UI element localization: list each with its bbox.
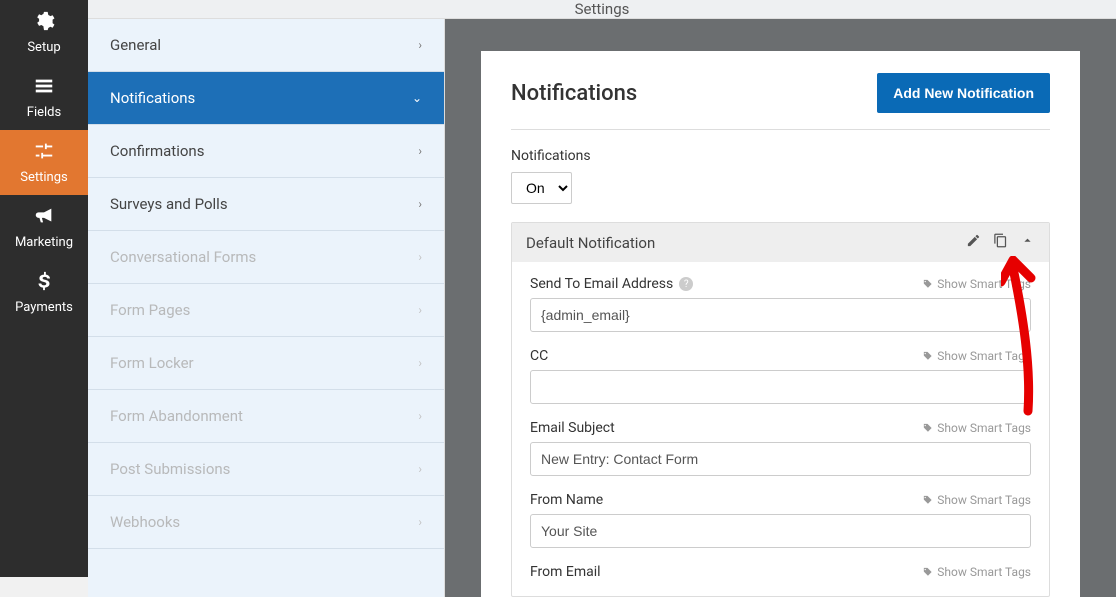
settings-submenu: General › Notifications ⌄ Confirmations … — [88, 19, 445, 597]
submenu-item-label: Surveys and Polls — [110, 195, 228, 213]
chevron-down-icon: ⌄ — [412, 91, 422, 105]
chevron-right-icon: › — [418, 197, 422, 211]
sidebar-item-marketing[interactable]: Marketing — [0, 195, 88, 260]
show-smart-tags-link[interactable]: Show Smart Tags — [922, 277, 1031, 291]
copy-icon[interactable] — [993, 233, 1008, 252]
sidebar-item-label: Setup — [27, 40, 60, 55]
submenu-item-post-submissions: Post Submissions › — [88, 443, 444, 496]
chevron-right-icon: › — [418, 409, 422, 423]
submenu-item-general[interactable]: General › — [88, 19, 444, 72]
submenu-item-label: Post Submissions — [110, 460, 230, 478]
dollar-icon — [33, 270, 55, 300]
submenu-item-form-abandonment: Form Abandonment › — [88, 390, 444, 443]
chevron-right-icon: › — [418, 250, 422, 264]
chevron-right-icon: › — [418, 462, 422, 476]
submenu-item-label: Form Pages — [110, 301, 190, 319]
notification-card: Default Notification — [511, 222, 1050, 597]
sidebar-item-label: Payments — [15, 300, 73, 315]
collapse-icon[interactable] — [1020, 233, 1035, 252]
field-label-from-email: From Email — [530, 564, 601, 580]
subject-input[interactable] — [530, 442, 1031, 476]
tag-icon — [922, 423, 933, 434]
edit-icon[interactable] — [966, 233, 981, 252]
sliders-icon — [33, 140, 55, 170]
sidebar-item-label: Settings — [20, 170, 67, 185]
main-sidebar: Setup Fields Settings Marketing Payments — [0, 0, 88, 577]
submenu-item-label: General — [110, 36, 161, 54]
sidebar-item-settings[interactable]: Settings — [0, 130, 88, 195]
submenu-item-form-pages: Form Pages › — [88, 284, 444, 337]
list-icon — [33, 75, 55, 105]
submenu-item-form-locker: Form Locker › — [88, 337, 444, 390]
from-name-input[interactable] — [530, 514, 1031, 548]
submenu-item-label: Webhooks — [110, 513, 180, 531]
submenu-item-confirmations[interactable]: Confirmations › — [88, 125, 444, 178]
submenu-item-label: Conversational Forms — [110, 248, 256, 266]
submenu-item-label: Notifications — [110, 89, 195, 107]
cc-input[interactable] — [530, 370, 1031, 404]
tag-icon — [922, 351, 933, 362]
field-label-from-name: From Name — [530, 492, 603, 508]
show-smart-tags-link[interactable]: Show Smart Tags — [922, 493, 1031, 507]
gear-icon — [33, 10, 55, 40]
show-smart-tags-link[interactable]: Show Smart Tags — [922, 349, 1031, 363]
page-title-bar: Settings — [88, 0, 1116, 19]
submenu-item-label: Form Abandonment — [110, 407, 243, 425]
submenu-item-surveys[interactable]: Surveys and Polls › — [88, 178, 444, 231]
show-smart-tags-link[interactable]: Show Smart Tags — [922, 421, 1031, 435]
chevron-right-icon: › — [418, 38, 422, 52]
add-notification-button[interactable]: Add New Notification — [877, 73, 1050, 113]
panel-title: Notifications — [511, 81, 637, 106]
chevron-right-icon: › — [418, 144, 422, 158]
field-label-cc: CC — [530, 348, 548, 364]
submenu-item-webhooks: Webhooks › — [88, 496, 444, 549]
tag-icon — [922, 495, 933, 506]
bullhorn-icon — [33, 205, 55, 235]
send-to-input[interactable] — [530, 298, 1031, 332]
sidebar-item-label: Fields — [27, 105, 61, 120]
tag-icon — [922, 279, 933, 290]
sidebar-item-payments[interactable]: Payments — [0, 260, 88, 325]
sidebar-item-setup[interactable]: Setup — [0, 0, 88, 65]
field-label-send-to: Send To Email Address ? — [530, 276, 693, 292]
sidebar-item-label: Marketing — [15, 235, 73, 250]
notifications-panel: Notifications Add New Notification Notif… — [481, 51, 1080, 597]
submenu-item-label: Confirmations — [110, 142, 204, 160]
sidebar-item-fields[interactable]: Fields — [0, 65, 88, 130]
page-title: Settings — [575, 0, 630, 18]
card-title: Default Notification — [526, 234, 655, 252]
chevron-right-icon: › — [418, 303, 422, 317]
tag-icon — [922, 567, 933, 578]
chevron-right-icon: › — [418, 515, 422, 529]
field-label-subject: Email Subject — [530, 420, 615, 436]
toggle-label: Notifications — [511, 148, 1050, 164]
notifications-toggle-select[interactable]: On — [511, 172, 572, 204]
submenu-item-notifications[interactable]: Notifications ⌄ — [88, 72, 444, 125]
help-icon[interactable]: ? — [679, 277, 693, 291]
chevron-right-icon: › — [418, 356, 422, 370]
submenu-item-label: Form Locker — [110, 354, 194, 372]
submenu-item-conversational: Conversational Forms › — [88, 231, 444, 284]
